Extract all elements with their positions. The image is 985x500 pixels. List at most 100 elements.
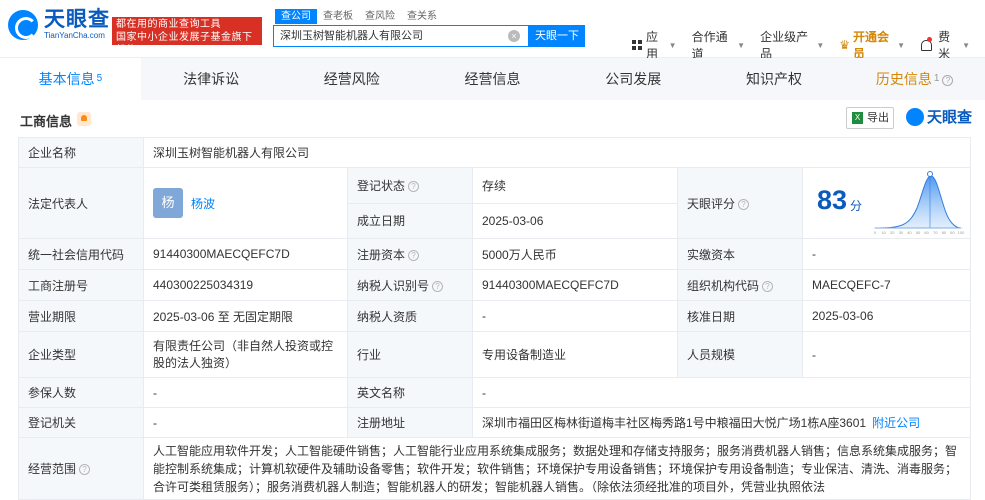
tick-label: 30 [899,230,904,235]
reg-address: 深圳市福田区梅林街道梅丰社区梅秀路1号中粮福田大悦广场1栋A座3601 [482,416,867,430]
label-insured: 参保人数 [18,377,144,408]
search-button[interactable]: 天眼一下 [529,25,585,47]
score-value: 83 [817,185,848,215]
help-icon[interactable]: ? [408,181,420,193]
search-tab-boss[interactable]: 查老板 [317,9,359,24]
nav-cooperation[interactable]: 合作通道 ▼ [692,28,746,62]
logo-domain: TianYanCha.com [44,31,105,40]
english-name: - [471,377,972,408]
tab-label: 公司发展 [605,71,662,87]
label-credit-code: 统一社会信用代码 [18,238,144,270]
apps-grid-icon [632,40,642,50]
tab-business-risk[interactable]: 经营风险 [281,58,422,100]
tick-label: 10 [881,230,886,235]
label-text: 登记状态 [357,178,406,193]
label-reg-capital: 注册资本? [347,238,473,270]
notification-dot [927,37,933,42]
company-type: 有限责任公司（非自然人投资或控股的法人独资） [143,331,348,378]
tab-development[interactable]: 公司发展 [563,58,704,100]
tab-label: 基本信息 [38,71,95,87]
nav-vip[interactable]: ♛ 开通会员 ▼ [839,28,905,62]
label-company-name: 企业名称 [18,137,144,168]
taxpayer-qual: - [472,300,678,332]
org-code: MAECQEFC-7 [801,269,972,301]
nav-enterprise-label: 企业级产品 [760,30,809,61]
legal-rep-link[interactable]: 杨波 [191,197,215,211]
excel-icon: X [852,112,863,124]
label-approval: 核准日期 [677,300,803,332]
search-input[interactable]: 深圳玉树智能机器人有限公司 × [273,25,529,47]
export-label: 导出 [867,112,889,124]
score-marker-dot [927,171,933,177]
tick-label: 70 [933,230,938,235]
label-reg-status: 登记状态? [347,167,473,204]
avatar[interactable]: 杨 [153,188,183,218]
nav-user[interactable]: 费米 ▼ [920,28,970,62]
tick-label: 80 [942,230,947,235]
distribution-curve [874,175,962,229]
clear-icon[interactable]: × [508,30,520,42]
search-tab-relation[interactable]: 查关系 [401,9,443,24]
chevron-down-icon: ▼ [962,40,970,50]
axis-ticks: 0 10 20 30 40 50 60 70 80 90 100 [874,230,965,235]
brand-logo-icon [906,107,924,126]
main-tabs: 基本信息 5 法律诉讼 经营风险 经营信息 公司发展 知识产权 历史信息 1? [0,58,985,100]
label-text: 注册资本 [357,247,406,262]
label-taxpayer-id: 纳税人识别号? [347,269,473,301]
tab-label: 法律诉讼 [183,71,240,87]
nearby-companies-link[interactable]: 附近公司 [872,416,920,430]
label-type: 企业类型 [18,331,144,378]
tab-basic-info[interactable]: 基本信息 5 [0,58,141,100]
tick-label: 0 [874,230,877,235]
bell-badge-icon[interactable] [77,112,91,126]
nav-enterprise[interactable]: 企业级产品 ▼ [760,28,824,62]
label-industry: 行业 [347,331,473,378]
table-row: 登记机关 - 注册地址 深圳市福田区梅林街道梅丰社区梅秀路1号中粮福田大悦广场1… [18,407,972,438]
taxpayer-id: 91440300MAECQEFC7D [472,269,678,301]
tab-count: 1 [933,73,940,84]
legal-rep-cell: 杨杨波 [143,167,348,239]
reg-authority: - [143,407,348,438]
promo-banner[interactable]: 都在用的商业查询工具 国家中小企业发展子基金旗下机构 [112,17,262,56]
founded-date: 2025-03-06 [472,202,678,239]
company-name: 深圳玉树智能机器人有限公司 [142,137,972,168]
nav-apps-label: 应用 [646,30,659,61]
insured-count: - [143,377,348,408]
nav-vip-label: 开通会员 [853,30,890,61]
help-icon[interactable]: ? [762,280,774,292]
nav-cooperation-label: 合作通道 [691,30,728,61]
promo-line-2: 国家中小企业发展子基金旗下机构 [116,32,253,56]
label-legal-rep: 法定代表人 [18,167,144,239]
score-cell[interactable]: 83 分 0 10 20 30 40 50 60 70 80 90 100 [801,167,972,239]
logo-icon [8,9,38,40]
search-tab-company[interactable]: 查公司 [275,9,317,24]
tab-label: 历史信息 [875,71,932,87]
help-icon[interactable]: ? [738,198,750,210]
chevron-down-icon: ▼ [668,40,677,50]
crown-icon: ♛ [839,38,851,52]
chevron-down-icon: ▼ [816,40,825,50]
search-tab-risk[interactable]: 查风险 [359,9,401,24]
label-paid-capital: 实缴资本 [677,238,803,270]
label-text: 纳税人识别号 [357,278,430,293]
table-row: 参保人数 - 英文名称 - [18,377,972,408]
tab-ip[interactable]: 知识产权 [704,58,845,100]
tab-history[interactable]: 历史信息 1? [844,58,985,100]
help-icon[interactable]: ? [942,74,954,86]
help-icon[interactable]: ? [432,280,444,292]
nav-apps[interactable]: 应用 ▼ [632,28,677,62]
site-logo[interactable]: 天眼查 TianYanCha.com [8,9,110,40]
tab-litigation[interactable]: 法律诉讼 [141,58,282,100]
help-icon[interactable]: ? [79,464,91,476]
help-icon[interactable]: ? [408,249,420,261]
brand-name: 天眼查 [927,109,973,126]
tab-business-info[interactable]: 经营信息 [422,58,563,100]
tick-label: 50 [916,230,921,235]
bell-icon[interactable] [920,37,933,51]
export-button[interactable]: X 导出 [846,107,894,129]
label-authority: 登记机关 [18,407,144,438]
label-org-code: 组织机构代码? [677,269,803,301]
tick-label: 20 [890,230,895,235]
table-row: 企业类型 有限责任公司（非自然人投资或控股的法人独资） 行业 专用设备制造业 人… [18,331,972,378]
tick-label: 60 [924,230,929,235]
